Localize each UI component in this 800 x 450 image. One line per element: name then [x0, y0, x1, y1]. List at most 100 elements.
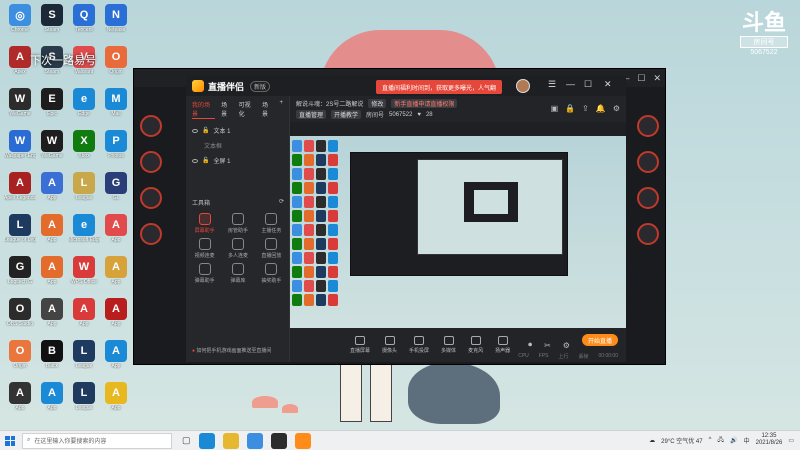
tool-item[interactable]: 抽奖助手: [255, 263, 288, 284]
volume-icon[interactable]: 🔊: [730, 437, 737, 444]
scene-tab[interactable]: 场景: [221, 100, 233, 119]
desktop-icon[interactable]: A App: [100, 340, 132, 369]
task-view-icon[interactable]: ▢: [182, 435, 191, 446]
desktop-icon[interactable]: A App: [100, 256, 132, 285]
start-live-button[interactable]: 开始直播: [582, 334, 618, 346]
tool-item[interactable]: 房管助手: [221, 213, 254, 234]
taskbar-live-app-icon[interactable]: [294, 432, 311, 449]
share-icon[interactable]: ⇪: [582, 104, 589, 113]
desktop-icon[interactable]: A Apex Legends: [4, 172, 36, 201]
desktop-icon[interactable]: X Xbox: [68, 130, 100, 159]
permission-link[interactable]: 新手直播申请直播权限: [391, 99, 458, 108]
weather-text[interactable]: 29°C 空气优 47: [661, 436, 702, 445]
desktop-icon[interactable]: W WeGame: [36, 130, 68, 159]
desktop-icon[interactable]: L League: [68, 382, 100, 411]
desktop-icon[interactable]: M Mail: [100, 88, 132, 117]
desktop-icon[interactable]: A App: [36, 256, 68, 285]
source-item[interactable]: 🔓 文本 1: [186, 123, 289, 138]
taskbar-edge-icon[interactable]: [198, 432, 215, 449]
bottom-tool[interactable]: 多媒体: [441, 336, 456, 354]
side-button[interactable]: [140, 115, 162, 137]
taskbar-search[interactable]: ⌕ 在这里输入你要搜索的内容: [22, 432, 172, 449]
desktop-icon[interactable]: A App: [100, 214, 132, 243]
bottom-tool[interactable]: 手机投屏: [409, 336, 429, 354]
desktop-icon[interactable]: LLeague of Legends: [4, 214, 36, 243]
desktop-icon[interactable]: A App: [4, 382, 36, 411]
desktop-icon[interactable]: W WPS Office: [68, 256, 100, 285]
clock[interactable]: 12:35 2021/8/26: [756, 433, 783, 447]
scene-tab[interactable]: 场景: [262, 100, 274, 119]
desktop-icon[interactable]: N Netease: [100, 4, 132, 33]
desktop-icon[interactable]: A App: [100, 298, 132, 327]
side-button[interactable]: [140, 151, 162, 173]
help-link[interactable]: ● 如何把手机游戏画面推送至直播间: [192, 347, 271, 354]
bottom-tool[interactable]: 麦克风: [468, 336, 483, 354]
desktop-icon[interactable]: O Origin: [100, 46, 132, 75]
unlock-icon[interactable]: 🔓: [202, 127, 209, 134]
maximize-icon[interactable]: ☐: [584, 79, 592, 90]
user-avatar[interactable]: [516, 79, 530, 93]
taskbar-explorer-icon[interactable]: [222, 432, 239, 449]
announcement-banner[interactable]: 直播间福利时间到，获取更多曝光，人气翻: [376, 80, 503, 94]
close-icon[interactable]: ✕: [653, 73, 661, 84]
menu-icon[interactable]: ☰: [548, 79, 556, 90]
live-tutorial-chip[interactable]: 开播教学: [331, 110, 362, 119]
tool-item[interactable]: 主播任务: [255, 213, 288, 234]
desktop-icon[interactable]: e Microsoft Edge: [68, 214, 100, 243]
desktop-icon[interactable]: A App: [36, 298, 68, 327]
record-icon[interactable]: ⏺: [528, 340, 532, 350]
source-item[interactable]: 🔓 全屏 1: [186, 153, 289, 168]
tool-item[interactable]: 视频连麦: [188, 238, 221, 259]
notification-icon[interactable]: ▭: [788, 437, 794, 444]
desktop-icon[interactable]: P Photos: [100, 130, 132, 159]
desktop-icon[interactable]: W WeGame: [4, 88, 36, 117]
version-badge[interactable]: 新版: [250, 80, 271, 92]
network-icon[interactable]: 🖧: [717, 435, 724, 445]
desktop-icon[interactable]: G Logitech G: [4, 256, 36, 285]
side-button[interactable]: [637, 115, 659, 137]
bottom-tool[interactable]: 扬声器: [495, 336, 510, 354]
taskbar-chrome-icon[interactable]: [246, 432, 263, 449]
desktop-icon[interactable]: L League: [68, 172, 100, 201]
tool-item[interactable]: 弹幕库: [221, 263, 254, 284]
desktop-icon[interactable]: G GL: [100, 172, 132, 201]
desktop-icon[interactable]: A App: [36, 172, 68, 201]
tray-chevron-icon[interactable]: ^: [709, 437, 712, 443]
desktop-icon[interactable]: E Epic: [36, 88, 68, 117]
gear-icon[interactable]: ⚙: [563, 341, 570, 350]
side-button[interactable]: [140, 223, 162, 245]
settings-icon[interactable]: ⚙: [613, 104, 620, 113]
edit-title-button[interactable]: 修改: [368, 99, 387, 108]
desktop-icon[interactable]: S Steam: [36, 4, 68, 33]
scene-tab[interactable]: 我的场景: [192, 100, 216, 119]
source-item[interactable]: 文本框: [186, 138, 289, 153]
visibility-eye-icon[interactable]: [192, 128, 198, 133]
close-icon[interactable]: ✕: [604, 79, 612, 90]
desktop-icon[interactable]: O OBS Studio: [4, 298, 36, 327]
desktop-icon[interactable]: A App: [36, 214, 68, 243]
scene-tab[interactable]: 可视化: [239, 100, 256, 119]
side-button[interactable]: [140, 187, 162, 209]
bottom-tool[interactable]: 摄像头: [382, 336, 397, 354]
desktop-icon[interactable]: WWallpaper Engine: [4, 130, 36, 159]
toolbox-settings-icon[interactable]: ⟳: [279, 198, 284, 207]
desktop-icon[interactable]: A App: [100, 382, 132, 411]
desktop-icon[interactable]: A App: [36, 382, 68, 411]
ime-icon[interactable]: 中: [744, 436, 750, 445]
desktop-icon[interactable]: B Black: [36, 340, 68, 369]
tool-item[interactable]: 多人连麦: [221, 238, 254, 259]
bottom-tool[interactable]: 直播屏幕: [350, 336, 370, 354]
desktop-icon[interactable]: L League: [68, 340, 100, 369]
side-button[interactable]: [637, 223, 659, 245]
start-button[interactable]: [0, 431, 20, 450]
bell-icon[interactable]: 🔔: [596, 104, 606, 113]
desktop-icon[interactable]: Q Tencent: [68, 4, 100, 33]
taskbar-obs-icon[interactable]: [270, 432, 287, 449]
stream-preview[interactable]: [290, 122, 626, 328]
tool-item[interactable]: 屏幕助手: [188, 213, 221, 234]
lock-icon[interactable]: 🔒: [565, 104, 575, 113]
desktop-icon[interactable]: e Edge: [68, 88, 100, 117]
maximize-icon[interactable]: ☐: [637, 73, 645, 84]
add-scene-icon[interactable]: +: [279, 100, 283, 119]
live-manage-chip[interactable]: 直播管理: [296, 110, 327, 119]
